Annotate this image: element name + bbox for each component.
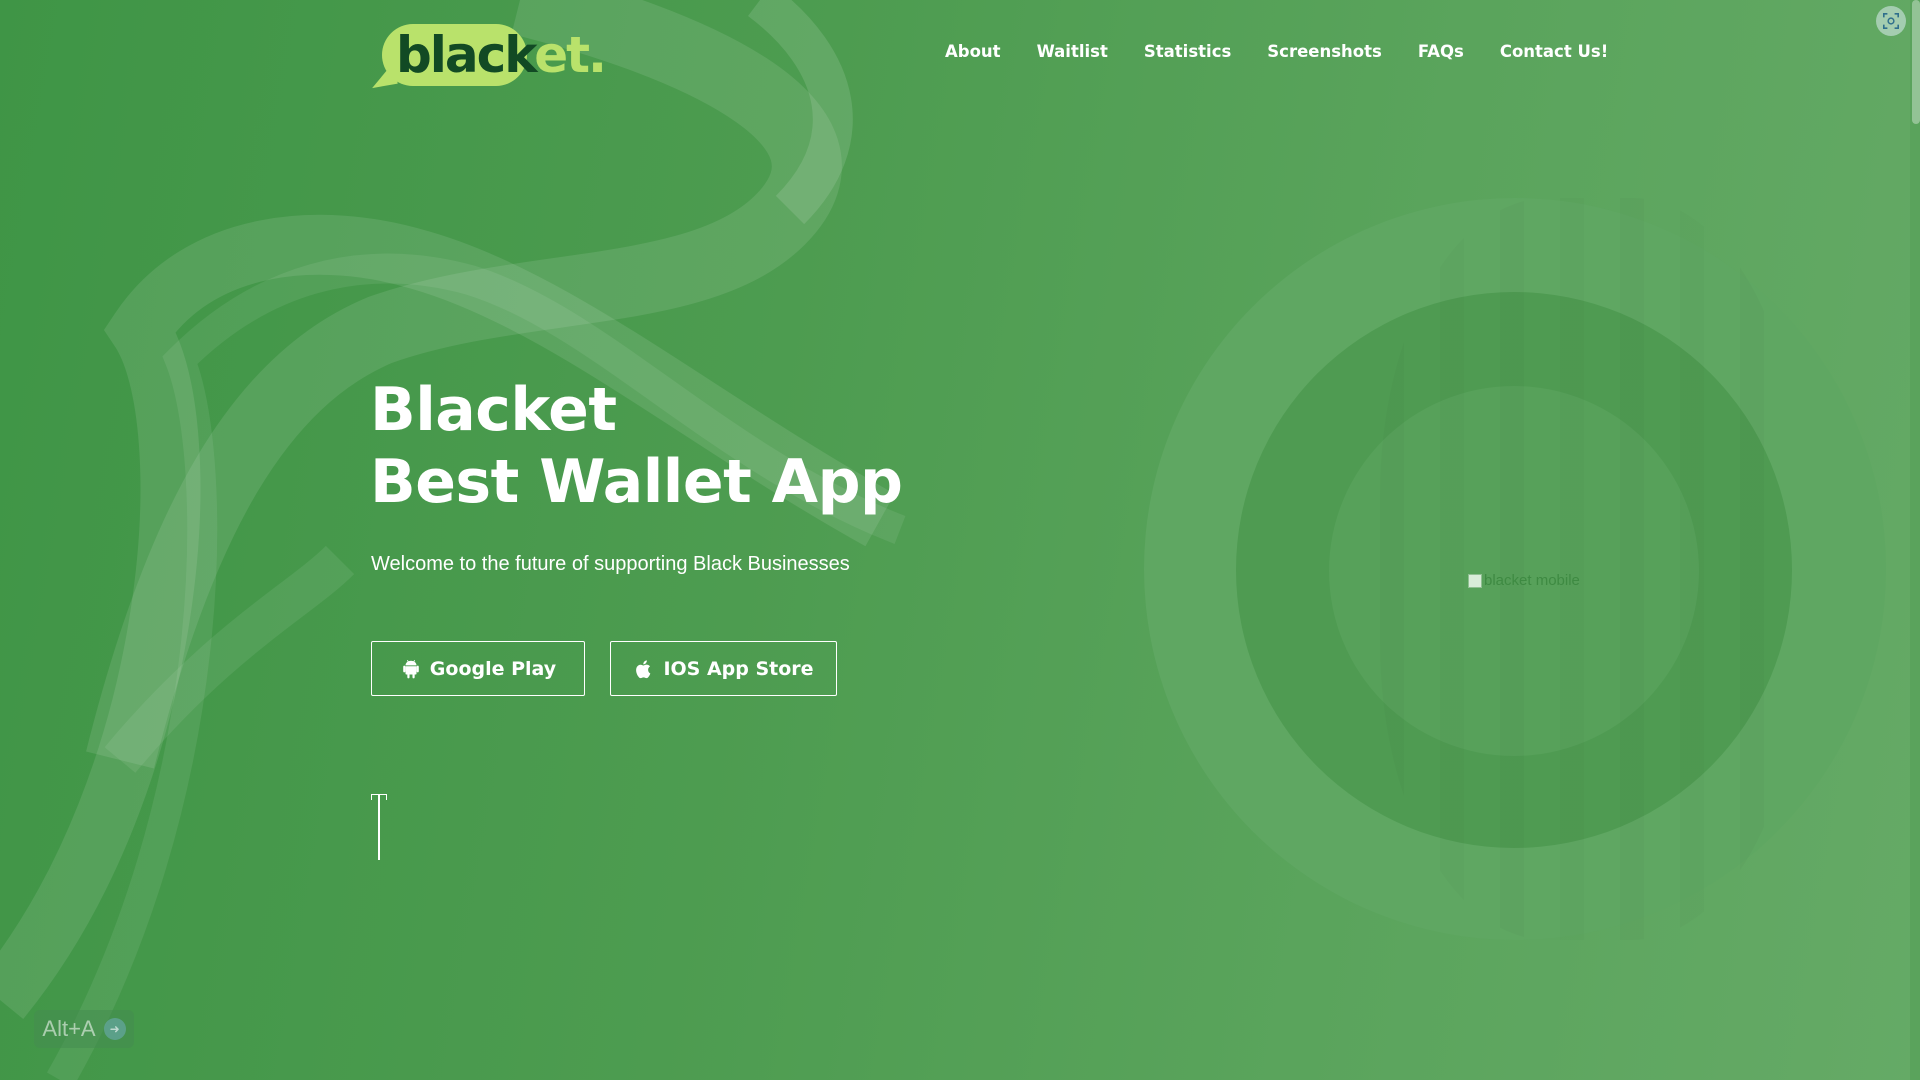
scrollbar-track[interactable] [1910, 0, 1920, 1080]
hero-title: Blacket Best Wallet App [370, 374, 903, 518]
hero-title-line-2: Best Wallet App [370, 447, 903, 517]
scroll-indicator-line [378, 794, 380, 860]
ios-app-store-button[interactable]: IOS App Store [610, 641, 837, 696]
decorative-stripes [1380, 198, 1800, 940]
screenshot-icon [1882, 12, 1900, 30]
android-icon [403, 659, 419, 678]
phone-image-alt-text: blacket mobile [1484, 572, 1580, 589]
nav-screenshots[interactable]: Screenshots [1267, 42, 1382, 61]
nav-about[interactable]: About [945, 42, 1001, 61]
main-nav: About Waitlist Statistics Screenshots FA… [945, 42, 1644, 61]
page: blacket mobile blacket. About Waitlist S… [0, 0, 1920, 1080]
nav-contact-us[interactable]: Contact Us! [1500, 42, 1608, 61]
google-play-label: Google Play [429, 657, 557, 680]
apple-icon [636, 659, 651, 678]
hero-subtitle: Welcome to the future of supporting Blac… [371, 553, 850, 575]
screenshot-button[interactable] [1876, 6, 1906, 36]
hero-title-line-1: Blacket [370, 375, 617, 445]
scrollbar-thumb[interactable] [1912, 0, 1920, 124]
nav-statistics[interactable]: Statistics [1144, 42, 1231, 61]
google-play-button[interactable]: Google Play [371, 641, 585, 696]
broken-image-icon [1468, 573, 1482, 588]
shortcut-badge-label: Alt+A [42, 1016, 96, 1041]
arrow-icon: ➜ [103, 1018, 126, 1040]
nav-faqs[interactable]: FAQs [1418, 42, 1464, 61]
phone-image-placeholder: blacket mobile [1468, 572, 1580, 589]
logo-text: blacket. [396, 26, 607, 84]
ios-app-store-label: IOS App Store [663, 657, 814, 680]
nav-waitlist[interactable]: Waitlist [1037, 42, 1108, 61]
shortcut-badge[interactable]: Alt+A ➜ [34, 1010, 134, 1048]
logo[interactable]: blacket. [368, 20, 607, 90]
